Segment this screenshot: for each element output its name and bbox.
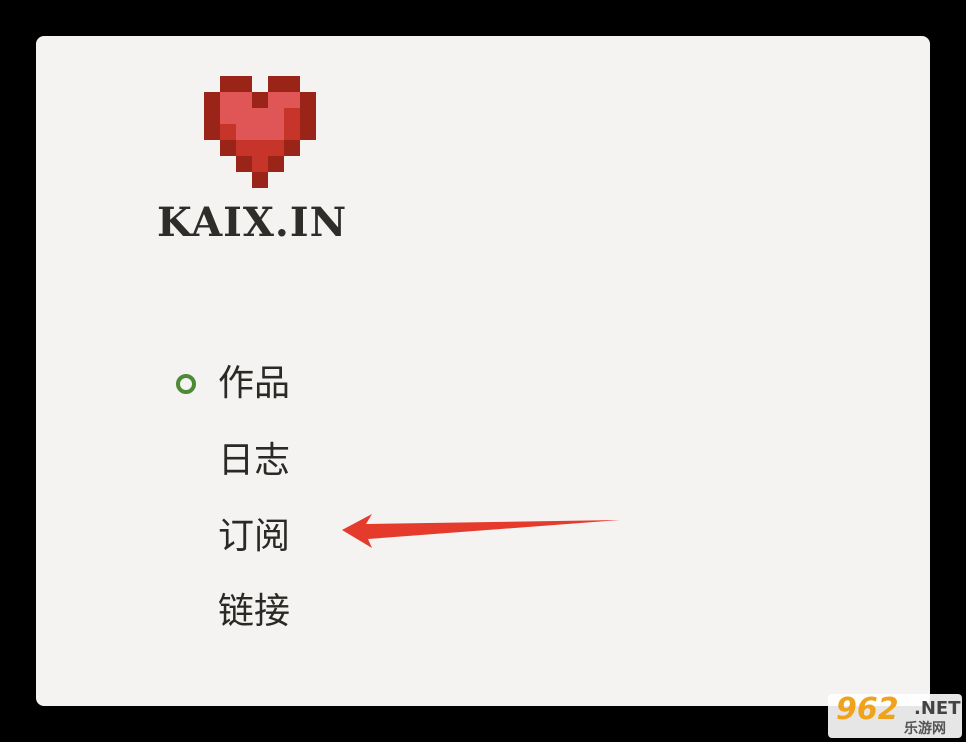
site-brand-link[interactable]: KAIX.IN [157, 203, 347, 243]
pixel-heart-icon [204, 76, 316, 188]
red-arrow-icon [342, 514, 620, 548]
nav-item-journal[interactable]: 日志 [218, 443, 290, 479]
site-logo[interactable] [204, 76, 316, 188]
watermark: 962 .NET 乐游网 [828, 694, 962, 738]
watermark-domain: .NET [914, 698, 961, 719]
active-indicator-icon [176, 374, 196, 394]
nav-item-links[interactable]: 链接 [218, 594, 290, 630]
watermark-subtitle: 乐游网 [904, 721, 946, 737]
nav-item-works[interactable]: 作品 [218, 366, 290, 402]
sidebar-card [36, 36, 930, 706]
nav-item-subscribe[interactable]: 订阅 [218, 519, 290, 555]
watermark-number: 962 [836, 692, 899, 727]
